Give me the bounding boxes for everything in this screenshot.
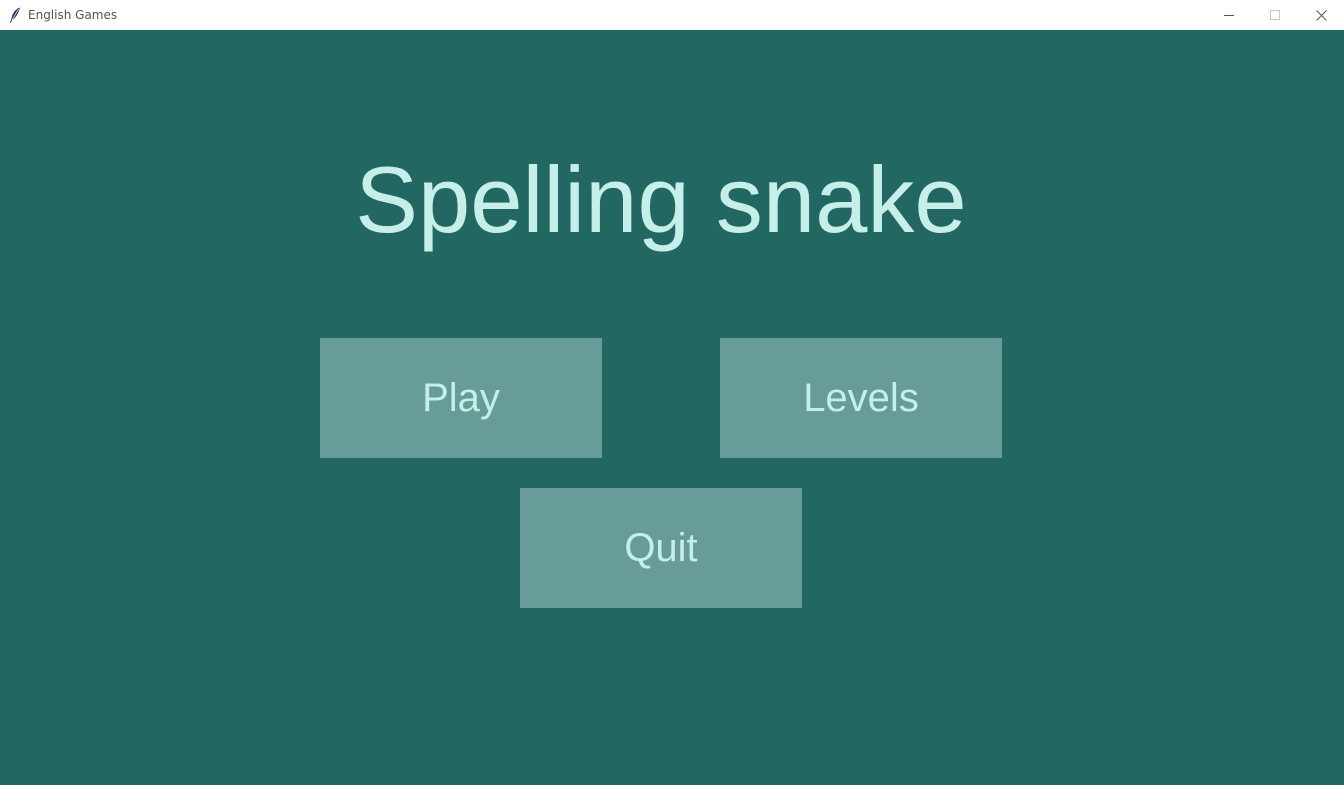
maximize-icon [1270, 10, 1280, 20]
app-window: English Games Spelling snake Play Levels… [0, 0, 1344, 785]
title-bar[interactable]: English Games [0, 0, 1344, 30]
feather-icon [9, 7, 21, 23]
minimize-button[interactable] [1206, 0, 1252, 30]
close-icon [1315, 9, 1327, 21]
quit-button[interactable]: Quit [520, 488, 802, 608]
close-button[interactable] [1298, 0, 1344, 30]
minimize-icon [1224, 10, 1234, 20]
game-title: Spelling snake [355, 147, 967, 252]
play-button[interactable]: Play [320, 338, 602, 458]
levels-button[interactable]: Levels [720, 338, 1002, 458]
maximize-button[interactable] [1252, 0, 1298, 30]
window-title: English Games [28, 8, 118, 22]
main-menu-screen: Spelling snake Play Levels Quit [0, 30, 1344, 785]
